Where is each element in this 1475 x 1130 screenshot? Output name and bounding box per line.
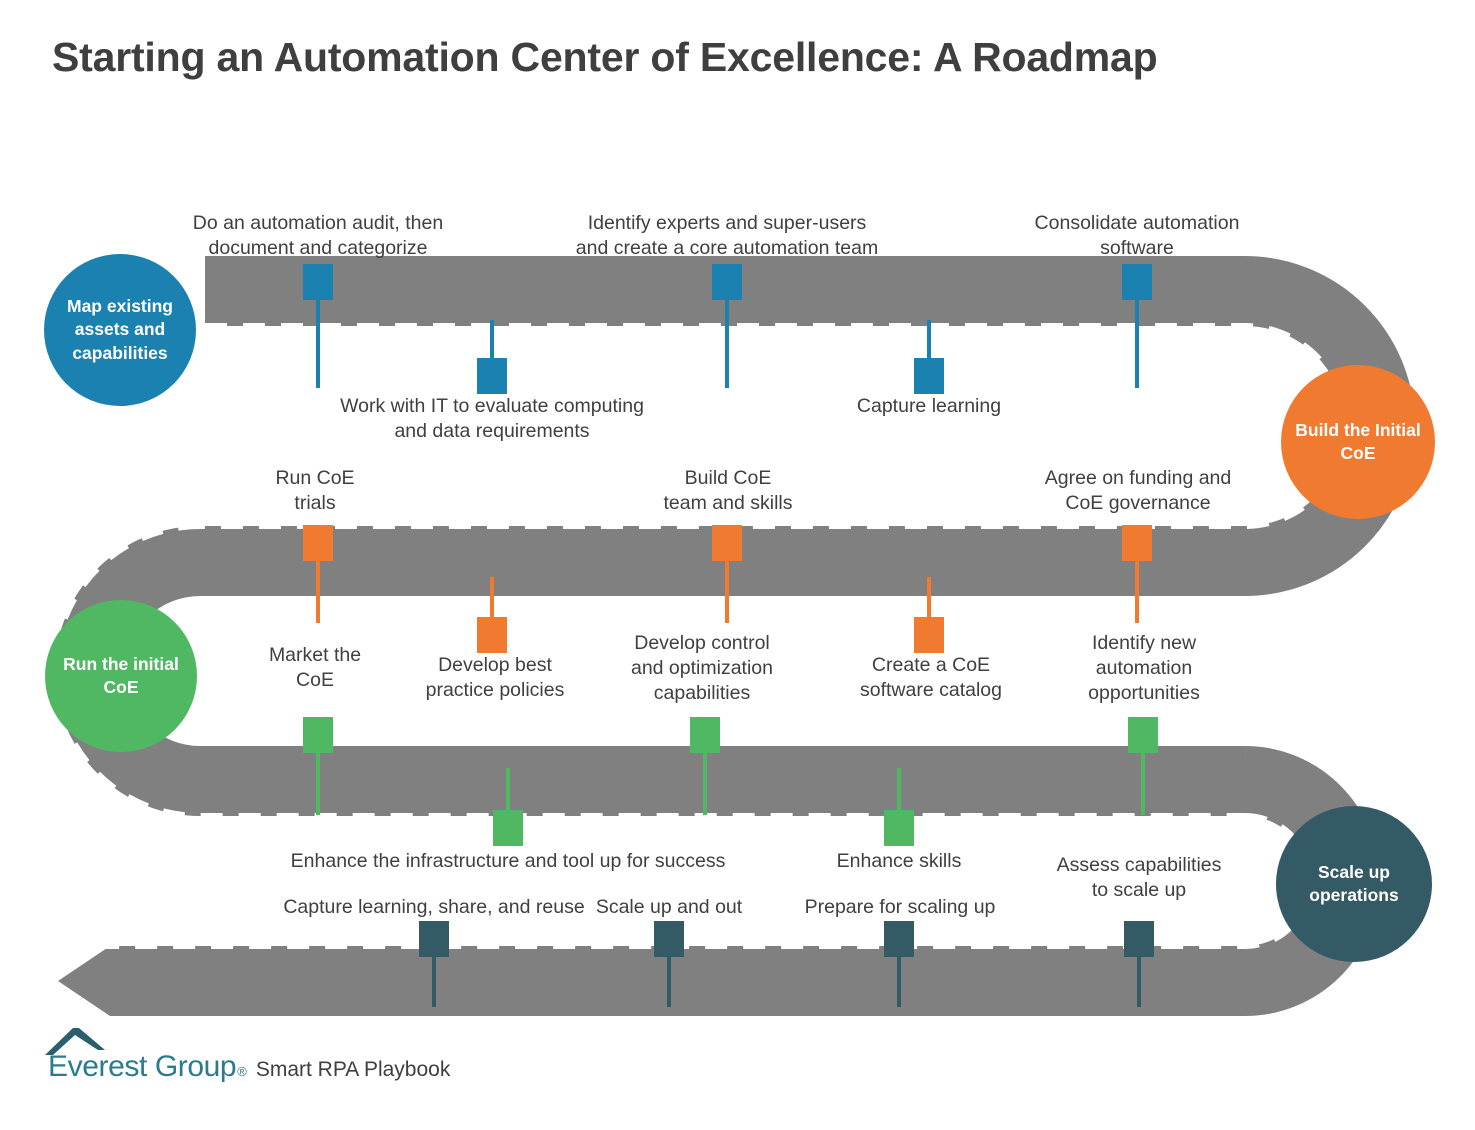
marker-flag xyxy=(303,525,333,561)
marker-label-enhance-skills: Enhance skills xyxy=(836,850,962,872)
marker-flag xyxy=(654,921,684,957)
marker-flag xyxy=(884,921,914,957)
marker-stem xyxy=(490,320,494,358)
marker-flag xyxy=(884,810,914,846)
marker-label-assess-capabilities-to-scale-up: Assess capabilities to scale up xyxy=(1056,854,1222,901)
marker-label-scale-up-and-out: Scale up and out xyxy=(595,896,743,918)
marker-label-prepare-for-scaling-up: Prepare for scaling up xyxy=(804,896,996,918)
marker-flag xyxy=(477,617,507,653)
marker-stem xyxy=(927,577,931,617)
marker-stem xyxy=(667,957,671,1007)
marker-stem xyxy=(506,768,510,810)
marker-stem xyxy=(316,300,320,388)
marker-flag xyxy=(1122,264,1152,300)
marker-stem xyxy=(1135,300,1139,388)
marker-label-capture-learning: Capture learning xyxy=(856,395,1002,417)
marker-flag xyxy=(1124,921,1154,957)
marker-stem xyxy=(927,320,931,358)
marker-stem xyxy=(432,957,436,1007)
marker-stem xyxy=(1137,957,1141,1007)
footer-tagline: Smart RPA Playbook xyxy=(255,1058,451,1081)
marker-label-build-coe-team-and-skills: Build CoE team and skills xyxy=(663,467,793,514)
marker-label-create-a-coe-software-catalog: Create a CoE software catalog xyxy=(860,654,1002,701)
marker-label-identify-experts: Identify experts and super-users and cre… xyxy=(575,212,879,259)
marker-flag xyxy=(914,617,944,653)
everest-group-logo: Everest Group ® xyxy=(45,1028,247,1084)
footer: Everest Group ® Smart RPA Playbook xyxy=(45,1028,451,1084)
mountain-peak-icon xyxy=(45,1028,105,1055)
marker-label-run-coe-trials: Run CoE trials xyxy=(275,467,355,514)
marker-label-consolidate-automation-software: Consolidate automation software xyxy=(1034,212,1240,259)
marker-stem xyxy=(703,753,707,815)
stage-label-run-the-initial-coe: Run the initial CoE xyxy=(63,653,179,697)
marker-label-work-with-it: Work with IT to evaluate computing and d… xyxy=(340,395,644,442)
marker-flag xyxy=(303,264,333,300)
registered-mark-icon: ® xyxy=(237,1064,247,1079)
marker-stem xyxy=(316,561,320,623)
marker-stem xyxy=(490,577,494,617)
road-path xyxy=(52,256,1415,1016)
marker-stem xyxy=(725,300,729,388)
marker-flag xyxy=(303,717,333,753)
marker-label-develop-control-and-optimization: Develop control and optimization capabil… xyxy=(630,632,773,704)
stage-circle-scale-up-operations[interactable]: Scale up operations xyxy=(1276,806,1432,962)
marker-flag xyxy=(477,358,507,394)
stage-circle-run-the-initial-coe[interactable]: Run the initial CoE xyxy=(45,600,197,752)
marker-label-automation-audit: Do an automation audit, then document an… xyxy=(192,212,444,259)
stage-circle-build-the-initial-coe[interactable]: Build the Initial CoE xyxy=(1281,365,1435,519)
marker-label-market-the-coe: Market the CoE xyxy=(268,644,362,691)
marker-flag xyxy=(914,358,944,394)
marker-flag xyxy=(493,810,523,846)
marker-label-identify-new-automation-opportunities: Identify new automation opportunities xyxy=(1088,632,1200,704)
marker-stem xyxy=(316,753,320,815)
marker-flag xyxy=(690,717,720,753)
marker-stem xyxy=(897,768,901,810)
marker-flag xyxy=(712,525,742,561)
stage-label-scale-up-operations: Scale up operations xyxy=(1309,861,1399,905)
stage-label-map-existing-assets: Map existing assets and capabilities xyxy=(67,296,173,363)
stage-circle-map-existing-assets[interactable]: Map existing assets and capabilities xyxy=(44,254,196,406)
marker-label-enhance-the-infrastructure: Enhance the infrastructure and tool up f… xyxy=(290,850,726,872)
stage-label-build-the-initial-coe: Build the Initial CoE xyxy=(1295,419,1421,463)
marker-flag xyxy=(1128,717,1158,753)
marker-flag xyxy=(1122,525,1152,561)
roadmap-diagram: Starting an Automation Center of Excelle… xyxy=(0,0,1475,1130)
marker-stem xyxy=(1141,753,1145,815)
marker-stem xyxy=(897,957,901,1007)
marker-flag xyxy=(712,264,742,300)
marker-stem xyxy=(1135,561,1139,623)
marker-flag xyxy=(419,921,449,957)
marker-label-agree-on-funding: Agree on funding and CoE governance xyxy=(1044,467,1232,514)
marker-stem xyxy=(725,561,729,623)
